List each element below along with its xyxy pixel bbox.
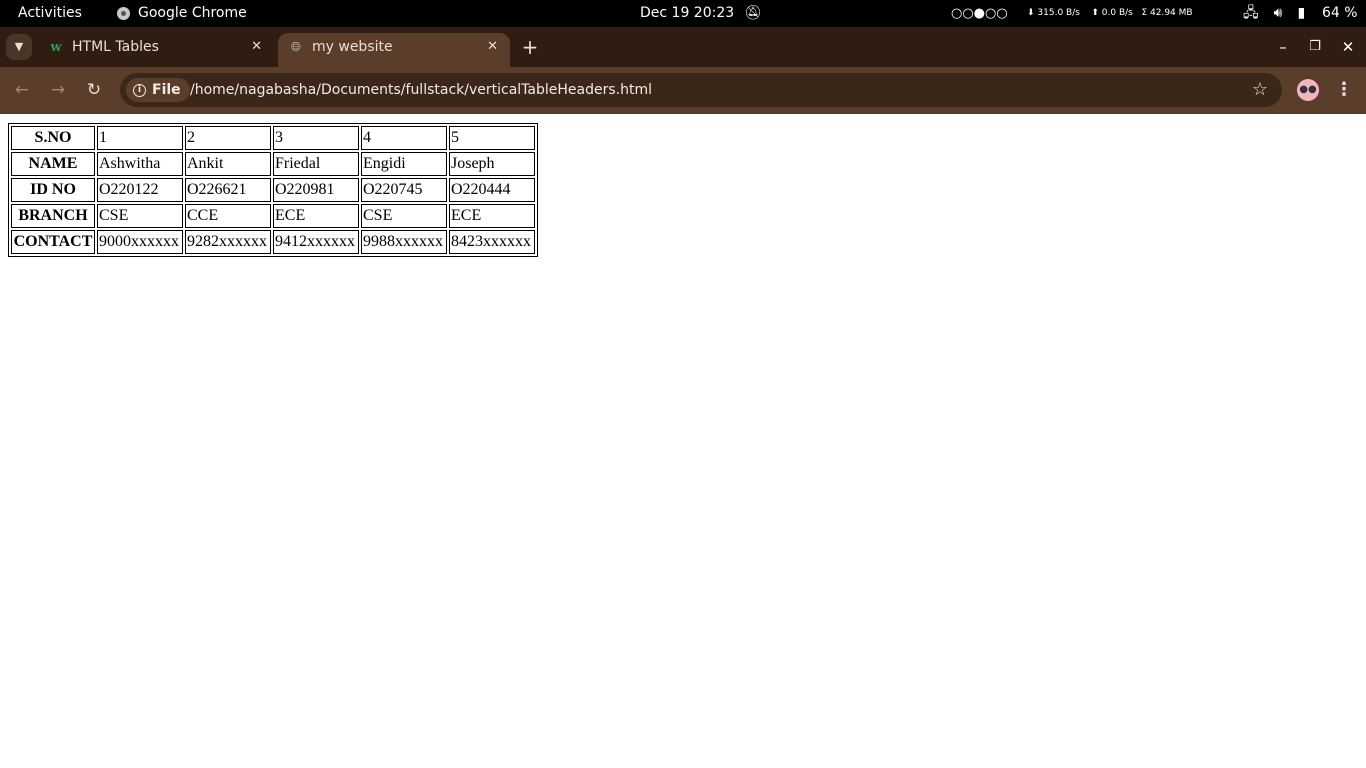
net-upload-speed: ⬆ 0.0 B/s xyxy=(1091,8,1133,18)
app-menu-label: Google Chrome xyxy=(138,5,247,21)
table-cell: Engidi xyxy=(361,152,447,176)
url-text[interactable]: /home/nagabasha/Documents/fullstack/vert… xyxy=(190,73,652,107)
student-table: S.NO 1 2 3 4 5 NAME Ashwitha Ankit Friedal Engidi J… xyxy=(8,123,538,257)
site-info-chip[interactable]: i File xyxy=(126,78,190,102)
tab-close-icon[interactable]: ✕ xyxy=(487,33,498,61)
table-cell: 9412xxxxxx xyxy=(273,230,359,254)
chrome-menu-button[interactable]: ⋮ xyxy=(1334,77,1354,103)
info-icon: i xyxy=(133,83,146,97)
page-content: S.NO 1 2 3 4 5 NAME Ashwitha Ankit Friedal Engidi J… xyxy=(0,114,1366,768)
notifications-muted-icon[interactable]: 🔕︎ xyxy=(744,0,762,27)
app-menu[interactable]: Google Chrome xyxy=(117,0,247,27)
net-download-speed: ⬇ 315.0 B/s xyxy=(1027,8,1080,18)
window-minimize-button[interactable]: – xyxy=(1273,33,1293,61)
row-header: ID NO xyxy=(11,178,95,202)
globe-icon: 🌐︎ xyxy=(290,40,302,55)
table-cell: CSE xyxy=(97,204,183,228)
table-cell: O220122 xyxy=(97,178,183,202)
tab-close-icon[interactable]: ✕ xyxy=(251,33,262,61)
row-header: BRANCH xyxy=(11,204,95,228)
row-header: NAME xyxy=(11,152,95,176)
battery-percentage: 64 % xyxy=(1322,5,1358,21)
network-wired-icon: 🖧︎ xyxy=(1243,5,1259,21)
chrome-icon xyxy=(117,7,130,20)
site-info-label: File xyxy=(152,82,181,98)
table-body: S.NO 1 2 3 4 5 NAME Ashwitha Ankit Friedal Engidi J… xyxy=(11,126,535,254)
row-header: S.NO xyxy=(11,126,95,150)
browser-toolbar: ← → ↻ i File /home/nagabasha/Documents/f… xyxy=(0,67,1366,114)
table-cell: 9000xxxxxx xyxy=(97,230,183,254)
net-total-usage: Σ 42.94 MB xyxy=(1141,8,1193,18)
table-row: NAME Ashwitha Ankit Friedal Engidi Joseph xyxy=(11,152,535,176)
clock[interactable]: Dec 19 20:23 xyxy=(640,0,734,27)
profile-avatar[interactable]: ●● xyxy=(1297,79,1319,101)
table-cell: O220444 xyxy=(449,178,535,202)
table-cell: 1 xyxy=(97,126,183,150)
table-cell: Ashwitha xyxy=(97,152,183,176)
table-row: ID NO O220122 O226621 O220981 O220745 O220444 xyxy=(11,178,535,202)
table-cell: Friedal xyxy=(273,152,359,176)
table-cell: O220981 xyxy=(273,178,359,202)
table-cell: 9282xxxxxx xyxy=(185,230,271,254)
tab-title: my website xyxy=(312,39,393,55)
address-bar[interactable]: i File /home/nagabasha/Documents/fullsta… xyxy=(120,73,1282,107)
w3schools-icon: w xyxy=(50,40,62,55)
window-close-button[interactable]: ✕ xyxy=(1338,33,1358,61)
tab-html-tables[interactable]: w HTML Tables ✕ xyxy=(38,33,274,67)
table-cell: Ankit xyxy=(185,152,271,176)
new-tab-button[interactable]: + xyxy=(520,33,540,61)
reload-button[interactable]: ↻ xyxy=(81,77,107,103)
table-row: BRANCH CSE CCE ECE CSE ECE xyxy=(11,204,535,228)
window-restore-button[interactable]: ❐ xyxy=(1305,33,1325,61)
table-row: CONTACT 9000xxxxxx 9282xxxxxx 9412xxxxxx 998… xyxy=(11,230,535,254)
battery-icon: ▮ xyxy=(1297,5,1306,21)
table-cell: 9988xxxxxx xyxy=(361,230,447,254)
row-header: CONTACT xyxy=(11,230,95,254)
table-row: S.NO 1 2 3 4 5 xyxy=(11,126,535,150)
tab-strip: ▼ w HTML Tables ✕ 🌐︎ my website ✕ + – ❐ … xyxy=(0,27,1366,67)
bookmark-star-icon[interactable]: ☆ xyxy=(1252,73,1268,107)
table-cell: CCE xyxy=(185,204,271,228)
table-cell: 3 xyxy=(273,126,359,150)
table-cell: O220745 xyxy=(361,178,447,202)
back-button[interactable]: ← xyxy=(9,77,35,103)
system-status-area[interactable]: 🖧︎ 🔊︎ ▮ xyxy=(1243,0,1305,27)
table-cell: 4 xyxy=(361,126,447,150)
table-cell: Joseph xyxy=(449,152,535,176)
tab-my-website[interactable]: 🌐︎ my website ✕ xyxy=(278,33,510,67)
activities-button[interactable]: Activities xyxy=(18,0,82,27)
workspace-indicator[interactable]: ○○●○○ xyxy=(951,0,1008,27)
table-cell: ECE xyxy=(273,204,359,228)
table-cell: 5 xyxy=(449,126,535,150)
tab-search-button[interactable]: ▼ xyxy=(6,34,32,60)
tab-title: HTML Tables xyxy=(72,39,159,55)
table-cell: CSE xyxy=(361,204,447,228)
forward-button[interactable]: → xyxy=(45,77,71,103)
network-speed-indicator: ⬇ 315.0 B/s ⬆ 0.0 B/s Σ 42.94 MB xyxy=(1027,0,1193,27)
table-cell: 2 xyxy=(185,126,271,150)
volume-icon: 🔊︎ xyxy=(1273,5,1283,21)
system-top-bar: Activities Google Chrome Dec 19 20:23 🔕︎… xyxy=(0,0,1366,27)
table-cell: ECE xyxy=(449,204,535,228)
table-cell: O226621 xyxy=(185,178,271,202)
table-cell: 8423xxxxxx xyxy=(449,230,535,254)
